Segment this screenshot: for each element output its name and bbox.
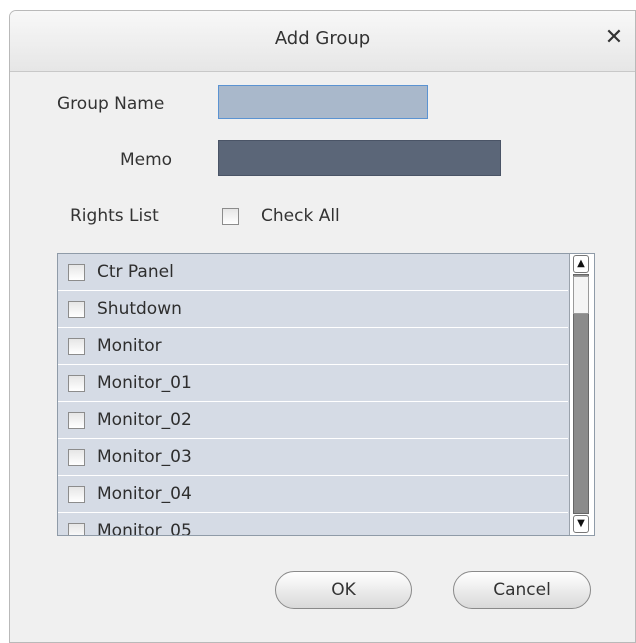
right-label: Monitor_03 xyxy=(97,447,192,467)
scroll-down-icon[interactable]: ▼ xyxy=(573,515,589,533)
rights-list-item[interactable]: Monitor_01 xyxy=(58,365,568,402)
dialog-titlebar: Add Group ✕ xyxy=(10,11,635,72)
close-icon[interactable]: ✕ xyxy=(603,25,625,51)
right-checkbox[interactable] xyxy=(68,375,85,392)
rights-list-label: Rights List xyxy=(70,206,159,226)
check-all-checkbox[interactable] xyxy=(222,208,239,225)
memo-label: Memo xyxy=(120,150,173,170)
right-checkbox[interactable] xyxy=(68,449,85,466)
check-all-label: Check All xyxy=(261,206,340,226)
right-label: Ctr Panel xyxy=(97,262,174,282)
dialog-title: Add Group xyxy=(274,28,371,49)
rights-list-item[interactable]: Shutdown xyxy=(58,291,568,328)
group-name-input[interactable] xyxy=(218,85,428,119)
right-label: Monitor_04 xyxy=(97,484,192,504)
scrollbar-thumb[interactable] xyxy=(573,276,589,314)
right-checkbox[interactable] xyxy=(68,338,85,355)
add-group-dialog: Add Group ✕ Group Name Memo Rights List … xyxy=(9,10,636,643)
right-label: Monitor_01 xyxy=(97,373,192,393)
right-checkbox[interactable] xyxy=(68,523,85,535)
right-checkbox[interactable] xyxy=(68,486,85,503)
right-label: Shutdown xyxy=(97,299,182,319)
cancel-button[interactable]: Cancel xyxy=(453,571,591,609)
right-checkbox[interactable] xyxy=(68,412,85,429)
right-label: Monitor_02 xyxy=(97,410,192,430)
rights-list-item[interactable]: Monitor_05 xyxy=(58,513,568,536)
rights-list-item[interactable]: Ctr Panel xyxy=(58,254,568,291)
rights-list-item[interactable]: Monitor_04 xyxy=(58,476,568,513)
right-checkbox[interactable] xyxy=(68,264,85,281)
rights-list-item[interactable]: Monitor xyxy=(58,328,568,365)
scroll-up-icon[interactable]: ▲ xyxy=(573,255,589,273)
rights-list-item[interactable]: Monitor_02 xyxy=(58,402,568,439)
rights-list-item[interactable]: Monitor_03 xyxy=(58,439,568,476)
right-label: Monitor xyxy=(97,336,162,356)
group-name-label: Group Name xyxy=(57,94,165,114)
right-label: Monitor_05 xyxy=(97,521,192,536)
rights-list: Ctr Panel Shutdown Monitor Monitor_01 Mo… xyxy=(57,253,595,536)
right-checkbox[interactable] xyxy=(68,301,85,318)
ok-button[interactable]: OK xyxy=(275,571,412,609)
memo-input[interactable] xyxy=(218,140,501,176)
rights-list-scrollbar[interactable]: ▲ ▼ xyxy=(569,254,594,535)
